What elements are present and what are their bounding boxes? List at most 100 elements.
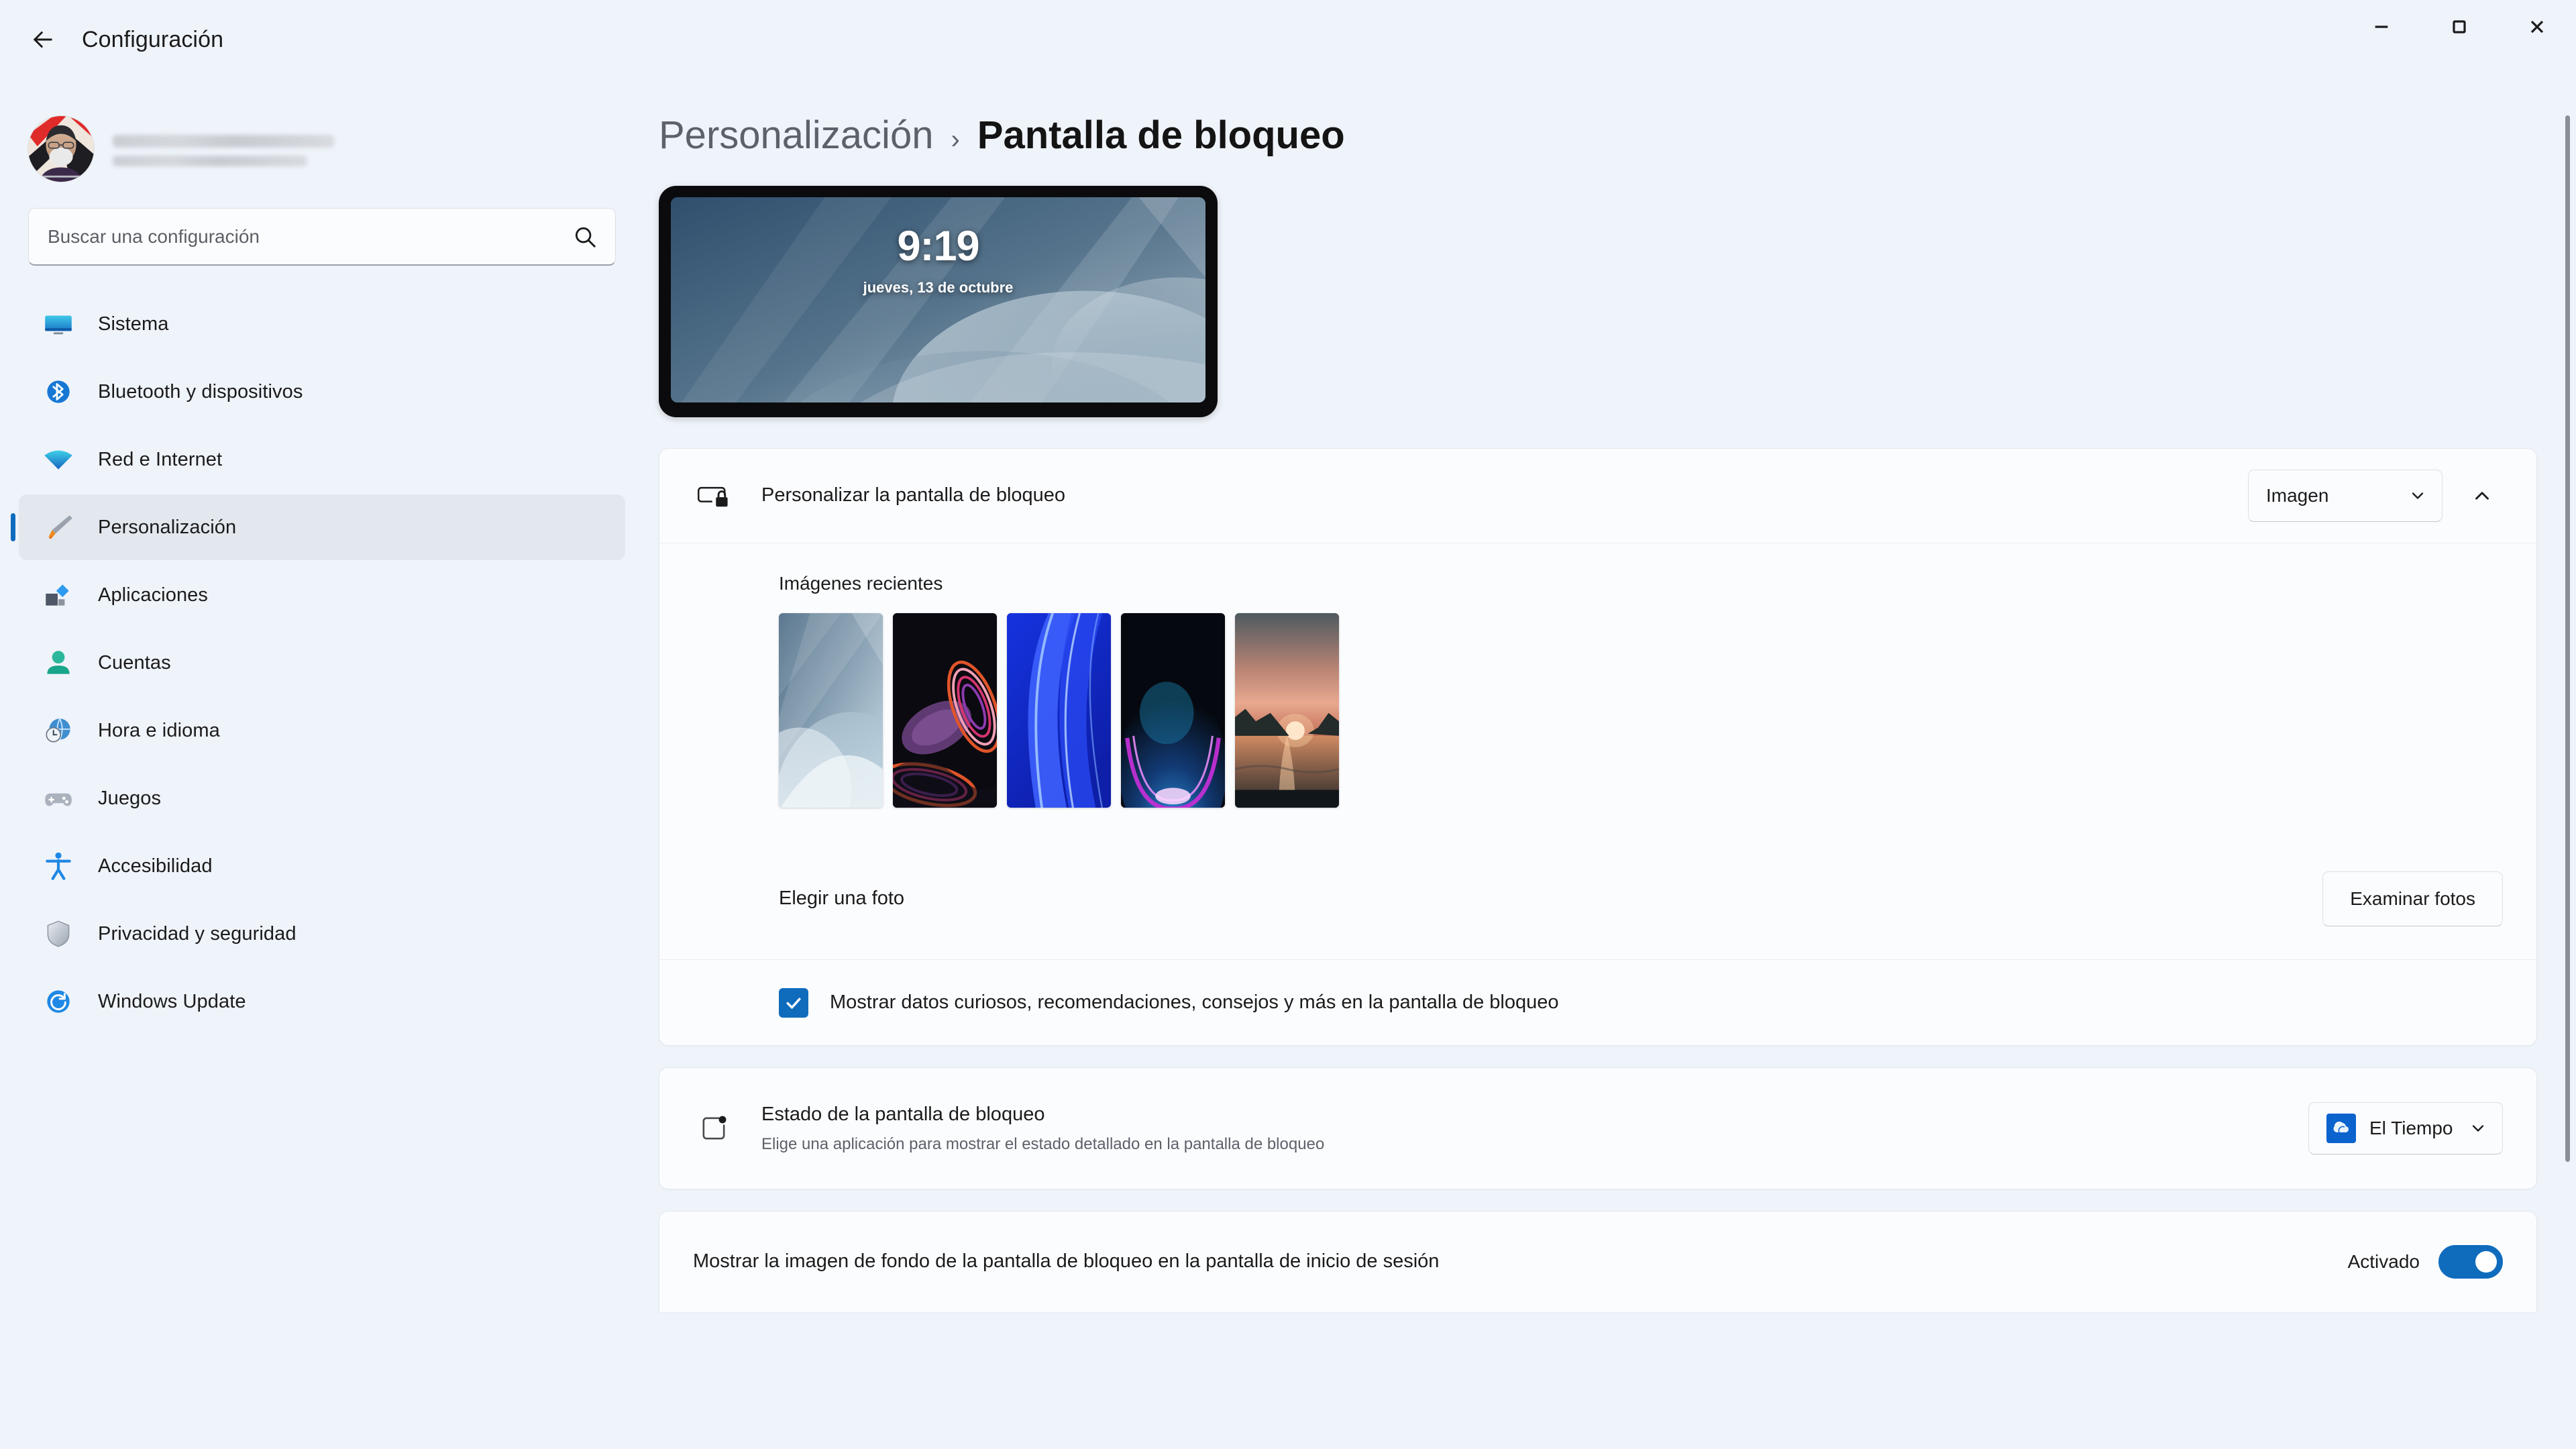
signin-background-controls: Activado [2348,1245,2503,1279]
search-input[interactable] [48,225,572,248]
chevron-up-icon [2475,492,2489,500]
sidebar-item-personalizacion[interactable]: Personalización [19,494,625,560]
close-button[interactable] [2498,0,2576,54]
sidebar-item-label: Windows Update [98,990,246,1012]
sidebar-item-hora[interactable]: Hora e idioma [19,698,625,763]
wallpaper-sunset-lake[interactable] [1235,613,1339,808]
personalize-row[interactable]: Personalizar la pantalla de bloqueo Imag… [659,449,2536,543]
maximize-icon [2453,20,2466,34]
sidebar-item-juegos[interactable]: Juegos [19,765,625,831]
account-summary[interactable] [0,79,644,192]
browse-photos-button[interactable]: Examinar fotos [2322,871,2503,926]
thumb-art [1121,613,1225,808]
sidebar-item-label: Cuentas [98,651,171,674]
toggle-knob [2475,1251,2497,1273]
avatar [28,116,94,182]
fun-facts-label[interactable]: Mostrar datos curiosos, recomendaciones,… [830,991,1559,1014]
choose-photo-label: Elegir una foto [779,888,905,910]
account-email [113,155,307,166]
sidebar-item-aplicaciones[interactable]: Aplicaciones [19,562,625,628]
fun-facts-checkbox[interactable] [779,987,808,1018]
personalize-expander-button[interactable] [2461,475,2503,517]
thumb-art [893,613,997,808]
signin-background-state: Activado [2347,1251,2420,1272]
lock-status-title: Estado de la pantalla de bloqueo [761,1103,1045,1125]
wallpaper-dark-teal-magenta-arc[interactable] [1121,613,1225,808]
person-icon [40,645,76,681]
page-title: Pantalla de bloqueo [977,113,1345,157]
sidebar-item-accesibilidad[interactable]: Accesibilidad [19,833,625,899]
signin-background-row[interactable]: Mostrar la imagen de fondo de la pantall… [659,1212,2536,1312]
sidebar-item-bluetooth[interactable]: Bluetooth y dispositivos [19,359,625,425]
monitor-frame: 9:19 jueves, 13 de octubre [659,186,1218,417]
personalize-card: Personalizar la pantalla de bloqueo Imag… [659,448,2537,1046]
signin-background-card: Mostrar la imagen de fondo de la pantall… [659,1211,2537,1312]
thumb-art [1235,613,1339,808]
thumb-art [779,613,883,808]
app-title: Configuración [82,26,224,52]
weather-icon [2326,1114,2356,1143]
lock-time: 9:19 [897,223,979,270]
wallpaper-windows-bloom-blue[interactable] [1007,613,1111,808]
lock-status-controls: El Tiempo [2308,1102,2503,1155]
lock-date: jueves, 13 de octubre [863,279,1014,296]
scrollbar-thumb[interactable] [2565,115,2570,1162]
minimize-button[interactable] [2343,0,2420,54]
user-avatar-icon [28,116,94,182]
sidebar-item-windows-update[interactable]: Windows Update [19,969,625,1034]
sidebar-item-label: Hora e idioma [98,719,220,741]
breadcrumb-parent[interactable]: Personalización [659,113,933,158]
sidebar-item-label: Red e Internet [98,448,223,470]
screen-status-icon [693,1108,735,1149]
clock-globe-icon [40,712,76,749]
checkmark-icon [786,998,801,1009]
back-button[interactable] [15,11,71,68]
wallpaper-dark-purple-swirl[interactable] [893,613,997,808]
lock-status-value: El Tiempo [2369,1118,2453,1138]
account-name-redacted [113,132,334,166]
apps-icon [40,577,76,613]
thumb-art [1007,613,1111,808]
search-box[interactable] [28,208,616,266]
main-content: Personalización › Pantalla de bloqueo 9:… [644,79,2576,1449]
personalize-text: Personalizar la pantalla de bloqueo [761,483,2248,508]
maximize-button[interactable] [2420,0,2498,54]
wallpaper-abstract-blue-grey[interactable] [779,613,883,808]
breadcrumb-separator: › [951,125,960,154]
sidebar-item-label: Sistema [98,313,169,335]
shield-icon [40,916,76,952]
bluetooth-icon [40,374,76,410]
signin-background-toggle[interactable] [2438,1245,2503,1279]
window-controls [2343,0,2576,79]
sidebar-item-sistema[interactable]: Sistema [19,291,625,357]
breadcrumb: Personalización › Pantalla de bloqueo [644,79,2576,158]
signin-background-title: Mostrar la imagen de fondo de la pantall… [693,1250,1440,1273]
lock-status-row[interactable]: Estado de la pantalla de bloqueo Elige u… [659,1068,2536,1189]
personalize-dropdown[interactable]: Imagen [2248,470,2443,522]
sidebar-item-label: Aplicaciones [98,584,209,606]
choose-photo-controls: Examinar fotos [2322,871,2503,926]
sidebar-item-privacidad[interactable]: Privacidad y seguridad [19,901,625,967]
sidebar-item-red[interactable]: Red e Internet [19,427,625,492]
personalize-title: Personalizar la pantalla de bloqueo [761,484,1066,506]
signin-background-text: Mostrar la imagen de fondo de la pantall… [693,1249,2348,1275]
accessibility-icon [40,848,76,884]
account-display-name [113,134,334,148]
personalize-controls: Imagen [2248,470,2503,522]
settings-window: Configuración Buscar una configuración S… [0,0,2576,1449]
sidebar-item-cuentas[interactable]: Cuentas [19,630,625,696]
lock-status-dropdown[interactable]: El Tiempo [2308,1102,2503,1155]
lock-status-card: Estado de la pantalla de bloqueo Elige u… [659,1067,2537,1189]
recent-images-label: Imágenes recientes [779,573,943,594]
content-scrollbar[interactable] [2565,115,2570,1390]
chevron-down-icon [2412,492,2424,499]
choose-photo-text: Elegir una foto [779,886,2322,912]
recent-images-list [779,613,2503,808]
monitor-icon [40,306,76,342]
personalize-value: Imagen [2266,485,2329,506]
update-icon [40,983,76,1020]
fun-facts-row[interactable]: Mostrar datos curiosos, recomendaciones,… [659,959,2536,1045]
sidebar: Sistema Bluetooth y dispositivos [0,79,644,1449]
recent-images-section: Imágenes recientes [659,543,2536,839]
minimize-icon [2375,25,2388,28]
